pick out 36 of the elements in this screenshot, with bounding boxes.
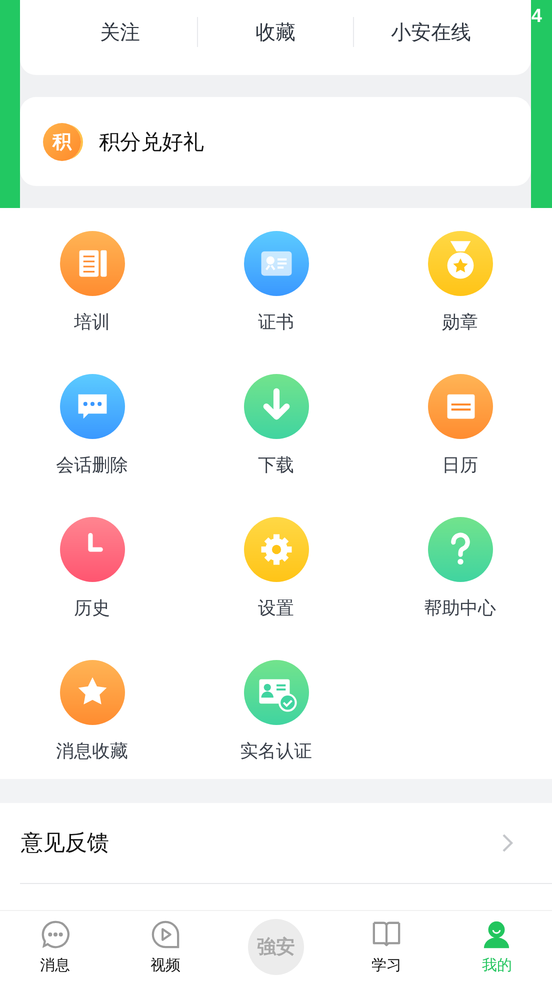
feature-label: 会话删除 [56, 454, 128, 477]
feature-label: 实名认证 [240, 740, 312, 763]
id-card-icon[interactable] [244, 231, 308, 296]
feature-label: 日历 [442, 454, 478, 477]
feature-label: 帮助中心 [424, 597, 496, 620]
medal-icon[interactable] [428, 231, 492, 296]
feature-label: 设置 [258, 597, 294, 620]
book-icon[interactable] [60, 231, 124, 296]
status-text: 4 [531, 6, 542, 28]
feature-label: 勋章 [442, 311, 478, 334]
feedback-label: 意见反馈 [21, 830, 109, 858]
nav-tab[interactable]: 学习 [331, 911, 442, 983]
calendar-icon[interactable] [428, 374, 492, 439]
points-label: 积分兑好礼 [99, 128, 204, 156]
feature-label: 消息收藏 [56, 740, 128, 763]
shortcut-tab[interactable]: 关注 [43, 18, 198, 46]
play-icon [150, 919, 182, 950]
nav-tab[interactable]: 消息 [0, 911, 110, 983]
verified-id-icon[interactable] [244, 660, 308, 725]
settings-icon[interactable] [244, 517, 308, 582]
feature-label: 历史 [74, 597, 110, 620]
feature-label: 培训 [74, 311, 110, 334]
points-card[interactable]: 积 积分兑好礼 [20, 97, 531, 186]
chat-icon [40, 919, 71, 950]
shortcut-tab[interactable]: 小安在线 [354, 18, 508, 46]
feature-label: 下载 [258, 454, 294, 477]
nav-tab[interactable]: 视频 [110, 911, 221, 983]
feedback-row[interactable]: 意见反馈 [0, 803, 552, 883]
points-badge: 积 [43, 122, 81, 160]
shortcut-tab[interactable]: 收藏 [198, 18, 353, 46]
feature-label: 证书 [258, 311, 294, 334]
question-icon[interactable] [428, 517, 492, 582]
chat-icon[interactable] [60, 374, 124, 439]
clock-icon[interactable] [60, 517, 124, 582]
chevron-right-icon [501, 833, 514, 853]
download-icon[interactable] [244, 374, 308, 439]
